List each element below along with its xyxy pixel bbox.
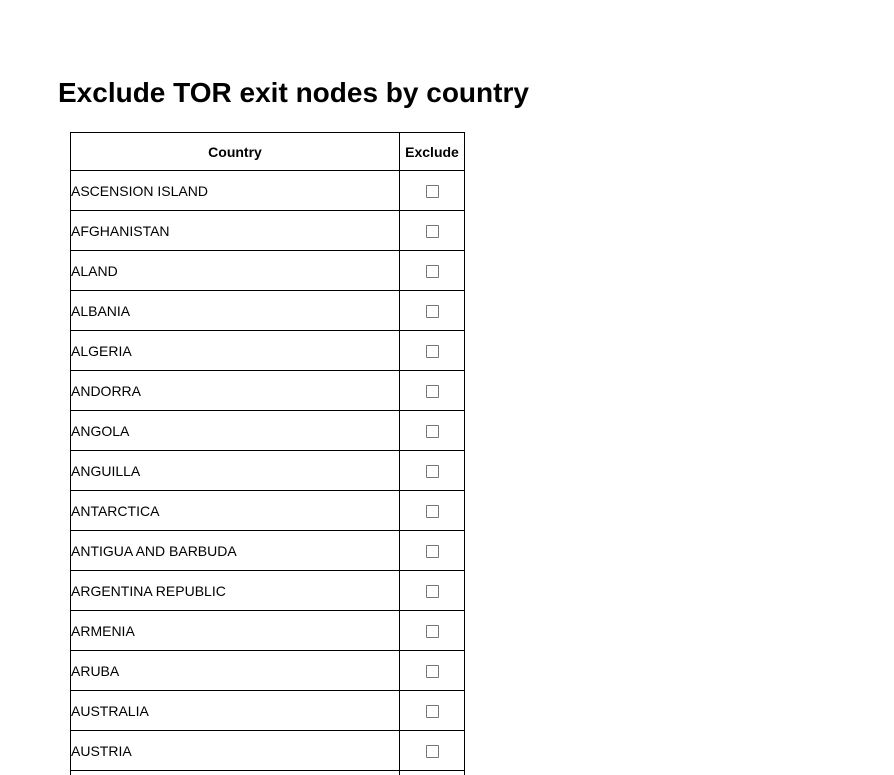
country-name bbox=[70, 770, 400, 775]
page: Exclude TOR exit nodes by country Countr… bbox=[0, 0, 894, 775]
exclude-cell bbox=[399, 330, 465, 371]
table-row: ANGOLA bbox=[70, 410, 465, 451]
table-row: ANDORRA bbox=[70, 370, 465, 411]
country-name: ALGERIA bbox=[70, 330, 400, 371]
exclude-cell bbox=[399, 170, 465, 211]
exclude-cell bbox=[399, 570, 465, 611]
exclude-checkbox[interactable] bbox=[425, 345, 439, 359]
table-row: ARMENIA bbox=[70, 610, 465, 651]
exclude-cell bbox=[399, 730, 465, 771]
exclude-cell bbox=[399, 610, 465, 651]
country-name: AUSTRIA bbox=[70, 730, 400, 771]
exclude-cell bbox=[399, 410, 465, 451]
country-name: AUSTRALIA bbox=[70, 690, 400, 731]
exclude-checkbox[interactable] bbox=[425, 465, 439, 479]
country-name: ANDORRA bbox=[70, 370, 400, 411]
country-name: ANTARCTICA bbox=[70, 490, 400, 531]
exclude-checkbox[interactable] bbox=[425, 705, 439, 719]
exclude-checkbox[interactable] bbox=[425, 385, 439, 399]
exclude-checkbox[interactable] bbox=[425, 625, 439, 639]
exclude-checkbox[interactable] bbox=[425, 305, 439, 319]
table-row: AUSTRIA bbox=[70, 730, 465, 771]
table-row: ARGENTINA REPUBLIC bbox=[70, 570, 465, 611]
table-row: ANTIGUA AND BARBUDA bbox=[70, 530, 465, 571]
exclude-cell bbox=[399, 770, 465, 775]
exclude-checkbox[interactable] bbox=[425, 745, 439, 759]
table-row: ANTARCTICA bbox=[70, 490, 465, 531]
exclude-cell bbox=[399, 490, 465, 531]
country-name: ANGUILLA bbox=[70, 450, 400, 491]
exclude-cell bbox=[399, 450, 465, 491]
exclude-checkbox[interactable] bbox=[425, 265, 439, 279]
country-name: ARGENTINA REPUBLIC bbox=[70, 570, 400, 611]
exclude-cell bbox=[399, 250, 465, 291]
exclude-cell bbox=[399, 530, 465, 571]
exclude-checkbox[interactable] bbox=[425, 585, 439, 599]
table-row: ALGERIA bbox=[70, 330, 465, 371]
country-name: ANGOLA bbox=[70, 410, 400, 451]
table-row: ALAND bbox=[70, 250, 465, 291]
table-row: AFGHANISTAN bbox=[70, 210, 465, 251]
country-name: ALBANIA bbox=[70, 290, 400, 331]
exclude-cell bbox=[399, 210, 465, 251]
table-row: ALBANIA bbox=[70, 290, 465, 331]
table-row: ARUBA bbox=[70, 650, 465, 691]
exclude-cell bbox=[399, 690, 465, 731]
exclude-cell bbox=[399, 650, 465, 691]
table-row: ASCENSION ISLAND bbox=[70, 170, 465, 211]
exclude-checkbox[interactable] bbox=[425, 545, 439, 559]
exclude-cell bbox=[399, 370, 465, 411]
exclude-checkbox[interactable] bbox=[425, 425, 439, 439]
country-name: ARMENIA bbox=[70, 610, 400, 651]
table-header-row: Country Exclude bbox=[70, 132, 465, 171]
page-title: Exclude TOR exit nodes by country bbox=[58, 77, 529, 108]
country-name: ASCENSION ISLAND bbox=[70, 170, 400, 211]
exclude-checkbox[interactable] bbox=[425, 505, 439, 519]
table-body: ASCENSION ISLAND AFGHANISTAN ALAND ALBANIA A… bbox=[70, 170, 465, 775]
exclude-cell bbox=[399, 290, 465, 331]
column-header-exclude: Exclude bbox=[399, 132, 465, 171]
country-name: AFGHANISTAN bbox=[70, 210, 400, 251]
table-row bbox=[70, 770, 465, 775]
country-name: ARUBA bbox=[70, 650, 400, 691]
column-header-country: Country bbox=[70, 132, 400, 171]
table-row: AUSTRALIA bbox=[70, 690, 465, 731]
exclude-checkbox[interactable] bbox=[425, 185, 439, 199]
country-exclusion-table: Country Exclude ASCENSION ISLAND AFGHANIS… bbox=[70, 132, 465, 775]
exclude-checkbox[interactable] bbox=[425, 665, 439, 679]
country-name: ANTIGUA AND BARBUDA bbox=[70, 530, 400, 571]
exclude-checkbox[interactable] bbox=[425, 225, 439, 239]
table-row: ANGUILLA bbox=[70, 450, 465, 491]
country-name: ALAND bbox=[70, 250, 400, 291]
